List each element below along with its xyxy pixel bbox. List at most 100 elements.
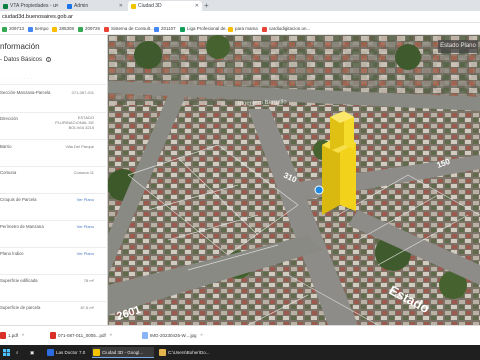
tab-favicon-icon <box>67 4 72 9</box>
tab-ciudad-3d[interactable]: Ciudad 3D ✕ <box>128 1 202 11</box>
new-tab-button[interactable]: + <box>204 1 209 11</box>
row-label: Dirección <box>0 116 18 121</box>
close-tab-icon[interactable]: ✕ <box>55 1 59 11</box>
info-icon[interactable]: i <box>45 57 51 62</box>
bookmark-item[interactable]: 285308 <box>52 25 74 33</box>
bookmark-label: para mama <box>235 26 258 31</box>
bookmark-label: 285308 <box>59 26 75 31</box>
bookmark-label: tiempo <box>35 26 49 31</box>
app-icon <box>47 349 54 356</box>
bookmark-favicon-icon <box>228 27 233 32</box>
tab-vta-propiedades[interactable]: VTA Propiedades - u ✕ <box>0 1 62 11</box>
aerial-map-image: Ingeniero Bergallo 310 150 Estado 2601 <box>108 35 480 325</box>
bookmark-favicon-icon <box>78 27 83 32</box>
tab-label: Ciudad 3D <box>138 3 162 9</box>
bookmark-label: Sistema de Consult... <box>111 26 154 31</box>
row-value: 78 m² <box>83 278 94 283</box>
taskbar-files-icon[interactable]: ▣ <box>30 347 42 358</box>
section-datos-basicos[interactable]: - Datos Básicos i <box>0 57 51 63</box>
download-label: 1.pdf <box>8 333 19 338</box>
row-sup-edificada: Superficie edificada 78 m² <box>0 274 106 301</box>
tab-label: Admin <box>74 3 89 9</box>
chevron-up-icon[interactable]: ^ <box>201 333 203 338</box>
downloads-bar: 1.pdf ^ 071-087-011_0005...pdf ^ IMG-20230… <box>0 325 480 345</box>
bookmark-item[interactable]: Sistema de Consult... <box>104 25 154 33</box>
row-barrio: Barrio Villa Del Parque <box>0 139 106 166</box>
bookmark-label: 209713 <box>9 26 25 31</box>
row-label: Plano Índice <box>0 251 24 256</box>
bookmark-item[interactable]: 201107 <box>154 25 176 33</box>
chevron-up-icon[interactable]: ^ <box>110 333 112 338</box>
bookmark-favicon-icon <box>2 27 7 32</box>
bookmark-item[interactable]: Liga Profesional de... <box>180 25 229 33</box>
row-value: ESTADO PLURINACIONAL DE BOLIVIA 3215 <box>55 115 94 130</box>
address-bar[interactable]: ciudad3d.buenosaires.gob.ar <box>0 11 480 23</box>
ver-plano-link[interactable]: Ver Plano <box>77 224 94 229</box>
row-label: Barrio <box>0 144 12 149</box>
row-label: Sección-Manzana-Parcela <box>0 90 51 95</box>
row-label: Superficie de parcela <box>0 305 41 310</box>
chrome-icon <box>93 349 100 356</box>
row-label: Croquis de Parcela <box>0 197 37 202</box>
row-label: Superficie edificada <box>0 278 38 283</box>
row-seccion: Sección-Manzana-Parcela 071-087-011 <box>0 84 106 112</box>
taskbar-app-label: Ciudad 3D - Googl... <box>102 350 144 355</box>
windows-start-icon[interactable] <box>3 349 10 356</box>
folder-icon <box>159 349 166 356</box>
section-title: - Datos Básicos <box>0 57 43 64</box>
bookmarks-bar: 209713 tiempo 285308 209726 Sistema de C… <box>0 23 480 35</box>
row-direccion: Dirección ESTADO PLURINACIONAL DE BOLIVI… <box>0 112 106 139</box>
chevron-up-icon[interactable]: ^ <box>22 333 24 338</box>
image-file-icon <box>142 332 148 339</box>
bookmark-favicon-icon <box>180 27 185 32</box>
tab-label: VTA Propiedades - u <box>10 3 56 9</box>
panel-title: nformación <box>0 42 40 51</box>
taskbar-app-explorer[interactable]: C:\Users\Boher\Do... <box>158 347 210 358</box>
map-view-button[interactable]: Estado Plano <box>438 40 478 53</box>
faded-text: · · · · · · · · · · <box>3 76 36 81</box>
pdf-file-icon <box>0 332 6 339</box>
row-comuna: Comuna Comuna 11 <box>0 166 106 193</box>
download-label: IMG-20230425-W....jpg <box>150 333 197 338</box>
bookmark-label: Liga Profesional de... <box>187 26 230 31</box>
pdf-file-icon <box>50 332 56 339</box>
bookmark-item[interactable]: para mama <box>228 25 258 33</box>
row-label: Comuna <box>0 170 17 175</box>
taskbar-app-chrome[interactable]: Ciudad 3D - Googl... <box>92 347 154 358</box>
taskbar-search-icon[interactable]: ⌕ <box>16 347 28 358</box>
ver-plano-link[interactable]: Ver Plano <box>77 197 94 202</box>
bookmark-item[interactable]: tiempo <box>28 25 49 33</box>
browser-tab-bar: VTA Propiedades - u ✕ Admin ✕ Ciudad 3D … <box>0 0 480 11</box>
row-perimetro: Perímetro de Manzana Ver Plano <box>0 220 106 247</box>
row-value: 071-087-011 <box>71 90 94 95</box>
row-label: Perímetro de Manzana <box>0 224 44 229</box>
tab-favicon-icon <box>3 4 8 9</box>
bookmark-item[interactable]: 209726 <box>78 25 100 33</box>
download-item[interactable]: 1.pdf ^ <box>0 331 24 340</box>
row-croquis: Croquis de Parcela Ver Plano <box>0 193 106 220</box>
tab-admin[interactable]: Admin ✕ <box>64 1 126 11</box>
download-item[interactable]: IMG-20230425-W....jpg ^ <box>142 331 203 340</box>
row-plano-indice: Plano Índice Ver Plano <box>0 247 106 274</box>
taskbar: ⌕ ▣ Las Doctor 7.0 Ciudad 3D - Googl... … <box>0 345 480 360</box>
tab-favicon-icon <box>131 4 136 9</box>
bookmark-favicon-icon <box>104 27 109 32</box>
download-item[interactable]: 071-087-011_0005...pdf ^ <box>50 331 112 340</box>
map-3d-view[interactable]: Ingeniero Bergallo 310 150 Estado 2601 E… <box>108 35 480 325</box>
ver-plano-link[interactable]: Ver Plano <box>77 251 94 256</box>
close-tab-icon[interactable]: ✕ <box>195 1 199 11</box>
row-value: 87,6 m² <box>80 305 94 310</box>
bookmark-favicon-icon <box>28 27 33 32</box>
url-text[interactable]: ciudad3d.buenosaires.gob.ar <box>2 13 73 21</box>
taskbar-app-label: Las Doctor 7.0 <box>56 350 86 355</box>
bookmark-favicon-icon <box>52 27 57 32</box>
bookmark-item[interactable]: cardiodigitacion.un... <box>262 25 310 33</box>
bookmark-label: 209726 <box>85 26 101 31</box>
bookmark-label: cardiodigitacion.un... <box>269 26 311 31</box>
bookmark-item[interactable]: 209713 <box>2 25 24 33</box>
taskbar-app-las-doctor[interactable]: Las Doctor 7.0 <box>46 347 85 358</box>
close-tab-icon[interactable]: ✕ <box>119 1 123 11</box>
row-value: Comuna 11 <box>73 170 94 175</box>
info-panel: nformación - Datos Básicos i · · · · · ·… <box>0 35 108 325</box>
bookmark-label: 201107 <box>161 26 176 31</box>
